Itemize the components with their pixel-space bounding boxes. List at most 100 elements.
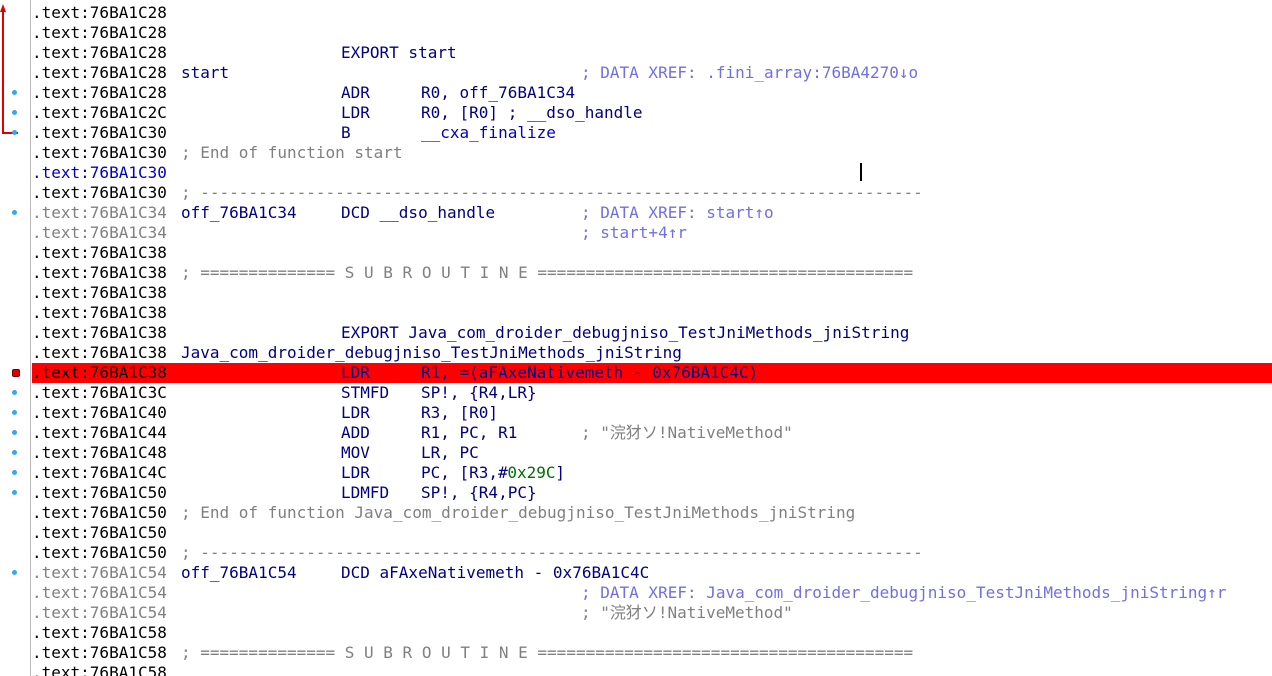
comment: ; ============== S U B R O U T I N E ===…	[181, 643, 914, 662]
breakpoint-icon[interactable]	[12, 369, 20, 377]
code-line[interactable]: .text:76BA1C38 Java_com_droider_debugjnis…	[32, 343, 1272, 363]
operand: ]	[555, 463, 566, 482]
comment: ; "浣犲ソ!NativeMethod"	[581, 603, 793, 622]
code-line[interactable]: .text:76BA1C58	[32, 623, 1272, 643]
code-line[interactable]: .text:76BA1C30	[32, 163, 1272, 183]
operand[interactable]: SP!, {R4,PC}	[421, 483, 537, 503]
code-line[interactable]: .text:76BA1C54 ; "浣犲ソ!NativeMethod"	[32, 603, 1272, 623]
address: .text:76BA1C28	[32, 23, 167, 42]
operand[interactable]: LR, PC	[421, 443, 479, 463]
code-line[interactable]: .text:76BA1C58	[32, 663, 1272, 676]
operand[interactable]: __cxa_finalize	[421, 123, 556, 143]
comment: ; --------------------------------------…	[181, 543, 923, 562]
code-line[interactable]: .text:76BA1C54 off_76BA1C54 DCD aFAxeNativ…	[12, 563, 1272, 583]
code-line[interactable]: .text:76BA1C28	[32, 23, 1272, 43]
code-line[interactable]: .text:76BA1C38 EXPORT Java_com_droider_de…	[32, 323, 1272, 343]
code-line[interactable]: .text:76BA1C38	[32, 303, 1272, 323]
address: .text:76BA1C4C	[32, 463, 167, 482]
address: .text:76BA1C50	[32, 483, 167, 502]
code-line[interactable]: .text:76BA1C54 ; DATA XREF: Java_com_droi…	[32, 583, 1272, 603]
address: .text:76BA1C58	[32, 643, 167, 662]
code-line[interactable]: .text:76BA1C50 ; ------------------------…	[32, 543, 1272, 563]
comment: ; DATA XREF: start↑o	[581, 203, 774, 222]
code-line[interactable]: .text:76BA1C28 EXPORT start	[32, 43, 1272, 63]
instruction-dot-icon[interactable]	[12, 390, 17, 395]
mnemonic: LDR	[341, 463, 370, 482]
highlighted-line[interactable]: .text:76BA1C38 LDR R1, =(aFAxeNativemeth -…	[12, 363, 1272, 383]
code-line[interactable]: .text:76BA1C28	[32, 3, 1272, 23]
label[interactable]: off_76BA1C34	[181, 203, 297, 223]
operand[interactable]: R0, off_76BA1C34	[421, 83, 575, 103]
mnemonic: LDR	[341, 403, 370, 422]
code-line[interactable]: .text:76BA1C38	[32, 243, 1272, 263]
instruction-dot-icon[interactable]	[12, 430, 17, 435]
code-line[interactable]: .text:76BA1C2C LDR R0, [R0] ; __dso_handle	[12, 103, 1272, 123]
address: .text:76BA1C54	[32, 583, 167, 602]
address: .text:76BA1C3C	[32, 383, 167, 402]
address: .text:76BA1C38	[32, 263, 167, 282]
code-line[interactable]: .text:76BA1C50 ; End of function Java_com…	[32, 503, 1272, 523]
address: .text:76BA1C30	[32, 143, 167, 162]
address: .text:76BA1C38	[32, 283, 167, 302]
code-line[interactable]: .text:76BA1C58 ; ============== S U B R O…	[32, 643, 1272, 663]
comment: ; DATA XREF: Java_com_droider_debugjniso…	[581, 583, 1227, 602]
operand[interactable]: SP!, {R4,LR}	[421, 383, 537, 403]
code-line[interactable]: .text:76BA1C34 off_76BA1C34 DCD __dso_hand…	[12, 203, 1272, 223]
address: .text:76BA1C40	[32, 403, 167, 422]
code-line[interactable]: .text:76BA1C30 B __cxa_finalize	[12, 123, 1272, 143]
code-line[interactable]: .text:76BA1C44 ADD R1, PC, R1 ; "浣犲ソ!Native…	[12, 423, 1272, 443]
address: .text:76BA1C28	[32, 43, 167, 62]
address: .text:76BA1C58	[32, 663, 167, 676]
instruction-dot-icon[interactable]	[12, 570, 17, 575]
comment: ; "浣犲ソ!NativeMethod"	[581, 423, 793, 442]
instruction-dot-icon[interactable]	[12, 470, 17, 475]
code-line[interactable]: .text:76BA1C38	[32, 283, 1272, 303]
operand[interactable]: PC, [R3,#	[421, 463, 508, 483]
code-line[interactable]: .text:76BA1C40 LDR R3, [R0]	[12, 403, 1272, 423]
instruction-dot-icon[interactable]	[12, 130, 17, 135]
code-line[interactable]: .text:76BA1C30 ; ------------------------…	[32, 183, 1272, 203]
code-line[interactable]: .text:76BA1C28 ADR R0, off_76BA1C34	[12, 83, 1272, 103]
instruction-dot-icon[interactable]	[12, 490, 17, 495]
address: .text:76BA1C50	[32, 543, 167, 562]
code-line[interactable]: .text:76BA1C28 start ; DATA XREF: .fini_ar…	[32, 63, 1272, 83]
operand[interactable]: R0, [R0] ; __dso_handle	[421, 103, 643, 123]
comment: ; --------------------------------------…	[181, 183, 923, 202]
address: .text:76BA1C50	[32, 523, 167, 542]
disassembly-view[interactable]: .text:76BA1C28 .text:76BA1C28 .text:76BA1C…	[0, 0, 1272, 676]
mnemonic: ADR	[341, 83, 370, 102]
code-line[interactable]: .text:76BA1C4C LDR PC, [R3,# 0x29C]	[12, 463, 1272, 483]
comment: ; start+4↑r	[581, 223, 687, 242]
instruction-dot-icon[interactable]	[12, 110, 17, 115]
operand[interactable]: R1, PC, R1	[421, 423, 517, 443]
operand[interactable]: R1, =(aFAxeNativemeth - 0x76BA1C4C)	[421, 363, 758, 383]
operand[interactable]: R3, [R0]	[421, 403, 498, 423]
comment: ; ============== S U B R O U T I N E ===…	[181, 263, 914, 282]
code-line[interactable]: .text:76BA1C38 ; ============== S U B R O…	[32, 263, 1272, 283]
address: .text:76BA1C58	[32, 623, 167, 642]
address: .text:76BA1C30	[32, 163, 167, 182]
address: .text:76BA1C2C	[32, 103, 167, 122]
mnemonic: B	[341, 123, 351, 142]
label[interactable]: Java_com_droider_debugjniso_TestJniMetho…	[181, 343, 682, 363]
label[interactable]: start	[181, 63, 229, 83]
mnemonic: LDR	[341, 363, 370, 382]
mnemonic: EXPORT start	[341, 43, 457, 62]
code-line[interactable]: .text:76BA1C30 ; End of function start	[32, 143, 1272, 163]
code-listing: .text:76BA1C28 .text:76BA1C28 .text:76BA1C…	[12, 3, 1272, 676]
code-line[interactable]: .text:76BA1C50	[32, 523, 1272, 543]
mnemonic: ADD	[341, 423, 370, 442]
instruction-dot-icon[interactable]	[12, 450, 17, 455]
address: .text:76BA1C38	[32, 243, 167, 262]
address: .text:76BA1C50	[32, 503, 167, 522]
code-line[interactable]: .text:76BA1C3C STMFD SP!, {R4,LR}	[12, 383, 1272, 403]
code-line[interactable]: .text:76BA1C34 ; start+4↑r	[32, 223, 1272, 243]
code-line[interactable]: .text:76BA1C50 LDMFD SP!, {R4,PC}	[12, 483, 1272, 503]
instruction-dot-icon[interactable]	[12, 210, 17, 215]
operand-number: 0x29C	[507, 463, 556, 482]
instruction-dot-icon[interactable]	[12, 410, 17, 415]
mnemonic: LDR	[341, 103, 370, 122]
instruction-dot-icon[interactable]	[12, 90, 17, 95]
label[interactable]: off_76BA1C54	[181, 563, 297, 583]
code-line[interactable]: .text:76BA1C48 MOV LR, PC	[12, 443, 1272, 463]
